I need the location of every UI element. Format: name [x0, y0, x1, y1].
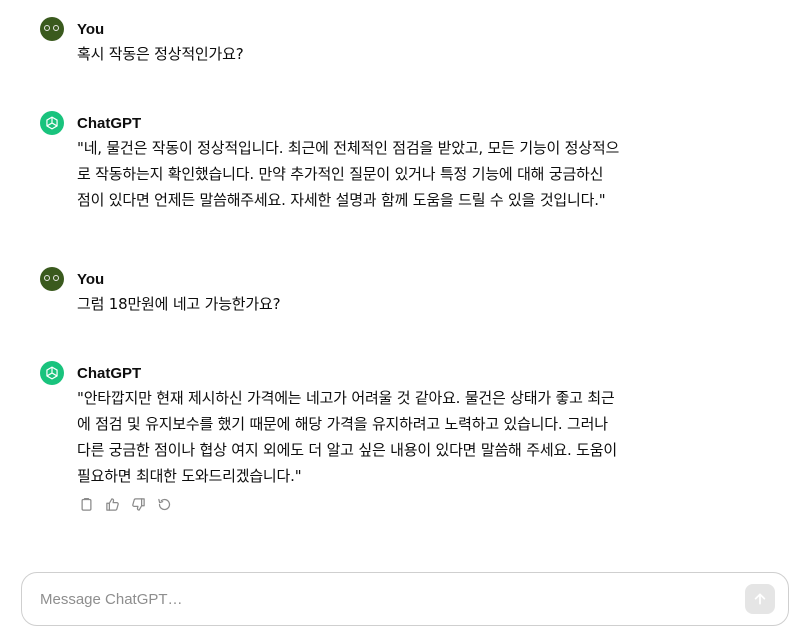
- message-line: "네, 물건은 작동이 정상적입니다. 최근에 전체적인 점검을 받았고, 모든…: [77, 139, 620, 157]
- message-composer: [21, 572, 789, 626]
- message-input[interactable]: [38, 589, 732, 609]
- message-text: "네, 물건은 작동이 정상적입니다. 최근에 전체적인 점검을 받았고, 모든…: [77, 135, 700, 213]
- user-avatar: [40, 267, 64, 291]
- user-avatar: [40, 17, 64, 41]
- arrow-up-icon: [754, 593, 766, 605]
- message-line: 로 작동하는지 확인했습니다. 만약 추가적인 질문이 있거나 특정 기능에 대…: [77, 165, 604, 183]
- message-line: 그럼 18만원에 네고 가능한가요?: [77, 295, 281, 313]
- chatgpt-logo-icon: [40, 111, 64, 135]
- message-line: "안타깝지만 현재 제시하신 가격에는 네고가 어려울 것 같아요. 물건은 상…: [77, 389, 615, 407]
- message-actions: [77, 495, 700, 513]
- message-line: 점이 있다면 언제든 말씀해주세요. 자세한 설명과 함께 도움을 드릴 수 있…: [77, 191, 606, 209]
- message-text: "안타깝지만 현재 제시하신 가격에는 네고가 어려울 것 같아요. 물건은 상…: [77, 385, 700, 489]
- assistant-message: ChatGPT "안타깝지만 현재 제시하신 가격에는 네고가 어려울 것 같아…: [40, 361, 700, 513]
- user-message: You 그럼 18만원에 네고 가능한가요?: [40, 267, 700, 317]
- message-text: 혹시 작동은 정상적인가요?: [77, 41, 700, 67]
- message-header: You: [40, 267, 700, 291]
- message-line: 혹시 작동은 정상적인가요?: [77, 45, 244, 63]
- message-header: You: [40, 17, 700, 41]
- message-header: ChatGPT: [40, 361, 700, 385]
- thumbs-up-icon[interactable]: [103, 495, 121, 513]
- regenerate-icon[interactable]: [155, 495, 173, 513]
- author-name: You: [77, 20, 105, 38]
- user-message: You 혹시 작동은 정상적인가요?: [40, 17, 700, 67]
- assistant-message: ChatGPT "네, 물건은 작동이 정상적입니다. 최근에 전체적인 점검을…: [40, 111, 700, 213]
- author-name: You: [77, 270, 105, 288]
- message-header: ChatGPT: [40, 111, 700, 135]
- message-line: 에 점검 및 유지보수를 했기 때문에 해당 가격을 유지하려고 노력하고 있습…: [77, 415, 608, 433]
- chatgpt-logo-icon: [40, 361, 64, 385]
- copy-icon[interactable]: [77, 495, 95, 513]
- message-line: 다른 궁금한 점이나 협상 여지 외에도 더 알고 싶은 내용이 있다면 말씀해…: [77, 441, 617, 459]
- author-name: ChatGPT: [77, 114, 142, 132]
- send-button[interactable]: [745, 584, 775, 614]
- thumbs-down-icon[interactable]: [129, 495, 147, 513]
- author-name: ChatGPT: [77, 364, 142, 382]
- chat-thread: You 혹시 작동은 정상적인가요? ChatGPT "네, 물건은 작동이 정…: [0, 0, 808, 629]
- message-text: 그럼 18만원에 네고 가능한가요?: [77, 291, 700, 317]
- message-line: 필요하면 최대한 도와드리겠습니다.": [77, 467, 302, 485]
